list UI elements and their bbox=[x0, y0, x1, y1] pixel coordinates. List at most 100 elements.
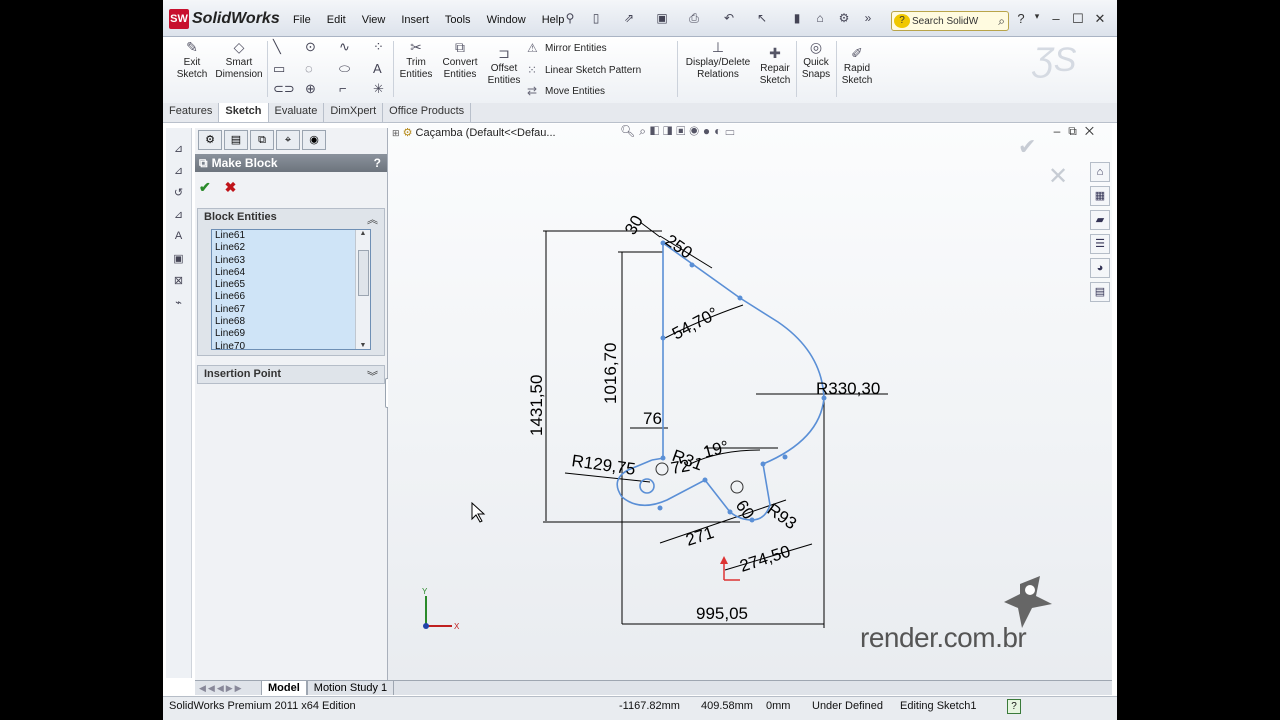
tab-office-products[interactable]: Office Products bbox=[383, 103, 472, 122]
pin-icon[interactable]: ⚲ bbox=[561, 11, 579, 27]
ok-button[interactable]: ✔ bbox=[199, 179, 211, 195]
new-icon[interactable]: ▯ bbox=[587, 11, 605, 27]
block-entities-header[interactable]: Block Entities ︽ bbox=[198, 209, 384, 229]
dim-19-deg[interactable]: 19° bbox=[701, 437, 731, 462]
print-icon[interactable]: ⎙ bbox=[685, 11, 703, 27]
menu-view[interactable]: View bbox=[362, 14, 386, 26]
block-tool-icon[interactable]: ▣ bbox=[171, 252, 186, 266]
move-entities-button[interactable]: ⇄ Move Entities bbox=[527, 84, 605, 98]
sketch-tool-5-icon[interactable]: A bbox=[171, 230, 186, 244]
convert-entities-button[interactable]: ⧉ Convert Entities bbox=[439, 40, 481, 81]
list-scrollbar[interactable]: ▲ ▼ bbox=[355, 230, 370, 349]
search-icon[interactable]: ⌕ bbox=[998, 14, 1005, 29]
rapid-sketch-button[interactable]: ✐ Rapid Sketch bbox=[839, 46, 875, 87]
dim-76[interactable]: 76 bbox=[643, 409, 662, 428]
tab-dimxpert[interactable]: DimXpert bbox=[324, 103, 384, 122]
save-icon[interactable]: ▣ bbox=[653, 11, 671, 27]
exit-sketch-button[interactable]: ✎ Exit Sketch bbox=[173, 40, 211, 81]
tab-features[interactable]: Features bbox=[163, 103, 220, 122]
list-item[interactable]: Line64 bbox=[212, 267, 370, 279]
menu-tools[interactable]: Tools bbox=[445, 14, 471, 26]
list-item[interactable]: Line66 bbox=[212, 291, 370, 303]
file-properties-icon[interactable]: ⌂ bbox=[811, 11, 829, 27]
dim-271[interactable]: 271 bbox=[683, 523, 716, 550]
fillet-icon[interactable]: ⌐ bbox=[339, 81, 347, 96]
sketch-points[interactable] bbox=[657, 240, 827, 523]
trim-entities-button[interactable]: ✂ Trim Entities bbox=[397, 40, 435, 81]
graphics-area[interactable]: ⊞ ⚙ Caçamba (Default<<Defau... 🔍︎⌕◧◨▣◉●◐… bbox=[388, 124, 1112, 680]
help-icon[interactable]: ? bbox=[1013, 11, 1029, 26]
list-item[interactable]: Line67 bbox=[212, 304, 370, 316]
cancel-button[interactable]: ✖ bbox=[225, 179, 237, 195]
tab-sketch[interactable]: Sketch bbox=[219, 103, 269, 122]
insertion-point-header[interactable]: Insertion Point ︾ bbox=[198, 366, 384, 386]
rebuild-icon[interactable]: ▮ bbox=[788, 11, 806, 27]
search-input[interactable]: Search SolidW bbox=[912, 16, 978, 27]
block-entities-list[interactable]: Line61 Line62 Line63 Line64 Line65 Line6… bbox=[211, 229, 371, 350]
configuration-manager-tab-icon[interactable]: ⧉ bbox=[250, 130, 274, 150]
dim-995-05[interactable]: 995,05 bbox=[696, 604, 748, 623]
dim-250[interactable]: 250 bbox=[662, 231, 696, 263]
dimxpert-manager-tab-icon[interactable]: ⌖ bbox=[276, 130, 300, 150]
circle-icon[interactable]: ⊙ bbox=[305, 39, 316, 55]
point-grid-icon[interactable]: ⁘ bbox=[373, 39, 384, 55]
dim-1016-70[interactable]: 1016,70 bbox=[601, 343, 620, 404]
line-icon[interactable]: ╲ bbox=[273, 39, 281, 55]
mirror-entities-button[interactable]: ⚠ Mirror Entities bbox=[527, 41, 607, 55]
ellipse-icon[interactable]: ⬭ bbox=[339, 61, 350, 77]
tab-model[interactable]: Model bbox=[261, 681, 307, 695]
minimize-icon[interactable]: – bbox=[1048, 11, 1064, 26]
tab-scroll-icons[interactable]: ◀◀◀▶▶ bbox=[195, 683, 261, 694]
more-icon[interactable]: » bbox=[859, 11, 877, 27]
expand-icon[interactable]: ︾ bbox=[367, 368, 378, 384]
polygon-icon[interactable]: ⊕ bbox=[305, 81, 316, 97]
undo-icon[interactable]: ↶ bbox=[720, 11, 738, 27]
list-item[interactable]: Line69 bbox=[212, 328, 370, 340]
smart-dimension-button[interactable]: ◇ Smart Dimension bbox=[215, 40, 263, 81]
linear-sketch-pattern-button[interactable]: ⁙ Linear Sketch Pattern bbox=[527, 63, 641, 77]
options-icon[interactable]: ⚙ bbox=[835, 11, 853, 27]
search-box[interactable]: ? Search SolidW ⌕ bbox=[891, 11, 1009, 31]
tab-motion-study[interactable]: Motion Study 1 bbox=[306, 681, 395, 695]
feature-manager-tab-icon[interactable]: ⚙ bbox=[198, 130, 222, 150]
help-button[interactable]: ? bbox=[374, 156, 381, 170]
spline-icon[interactable]: ∿ bbox=[339, 39, 350, 55]
property-manager-tab-icon[interactable]: ▤ bbox=[224, 130, 248, 150]
dim-274-50[interactable]: 274,50 bbox=[737, 542, 792, 576]
quick-snaps-button[interactable]: ◎ Quick Snaps bbox=[799, 40, 833, 81]
menu-insert[interactable]: Insert bbox=[401, 14, 429, 26]
scroll-thumb[interactable] bbox=[358, 250, 369, 296]
menu-window[interactable]: Window bbox=[487, 14, 526, 26]
help-dropdown-icon[interactable]: ▾ bbox=[1029, 11, 1045, 22]
rectangle-icon[interactable]: ▭ bbox=[273, 61, 285, 77]
construction-icon[interactable]: ✳ bbox=[373, 81, 384, 97]
app-logo[interactable]: SW SolidWorks bbox=[169, 8, 280, 30]
list-item[interactable]: Line63 bbox=[212, 255, 370, 267]
open-icon[interactable]: ⇗ bbox=[620, 11, 638, 27]
scroll-up-icon[interactable]: ▲ bbox=[356, 230, 370, 237]
block-belt-icon[interactable]: ⌁ bbox=[171, 296, 186, 310]
slot-icon[interactable]: ⊂⊃ bbox=[273, 81, 295, 97]
menu-file[interactable]: File bbox=[293, 14, 311, 26]
tab-evaluate[interactable]: Evaluate bbox=[269, 103, 325, 122]
list-item[interactable]: Line68 bbox=[212, 316, 370, 328]
sketch-geometry[interactable] bbox=[616, 242, 825, 521]
sketch-tool-1-icon[interactable]: ⊿ bbox=[171, 142, 186, 156]
menu-edit[interactable]: Edit bbox=[327, 14, 346, 26]
text-icon[interactable]: A bbox=[373, 61, 382, 76]
list-item[interactable]: Line62 bbox=[212, 242, 370, 254]
collapse-icon[interactable]: ︽ bbox=[367, 211, 378, 227]
dim-72[interactable]: 72 bbox=[669, 456, 691, 478]
list-item[interactable]: Line70 bbox=[212, 341, 370, 349]
repair-sketch-button[interactable]: ✚ Repair Sketch bbox=[757, 46, 793, 87]
status-help-icon[interactable]: ? bbox=[1007, 699, 1021, 714]
list-item[interactable]: Line61 bbox=[212, 230, 370, 242]
display-delete-relations-button[interactable]: ⊥ Display/Delete Relations bbox=[683, 40, 753, 81]
arc-icon[interactable]: ◌ bbox=[305, 61, 313, 76]
sketch-tool-2-icon[interactable]: ⊿ bbox=[171, 164, 186, 178]
dim-1431-50[interactable]: 1431,50 bbox=[527, 375, 546, 436]
dim-54-70-deg[interactable]: 54,70° bbox=[669, 304, 721, 344]
sketch-tool-4-icon[interactable]: ⊿ bbox=[171, 208, 186, 222]
list-item[interactable]: Line65 bbox=[212, 279, 370, 291]
offset-entities-button[interactable]: ⊐ Offset Entities bbox=[485, 46, 523, 87]
